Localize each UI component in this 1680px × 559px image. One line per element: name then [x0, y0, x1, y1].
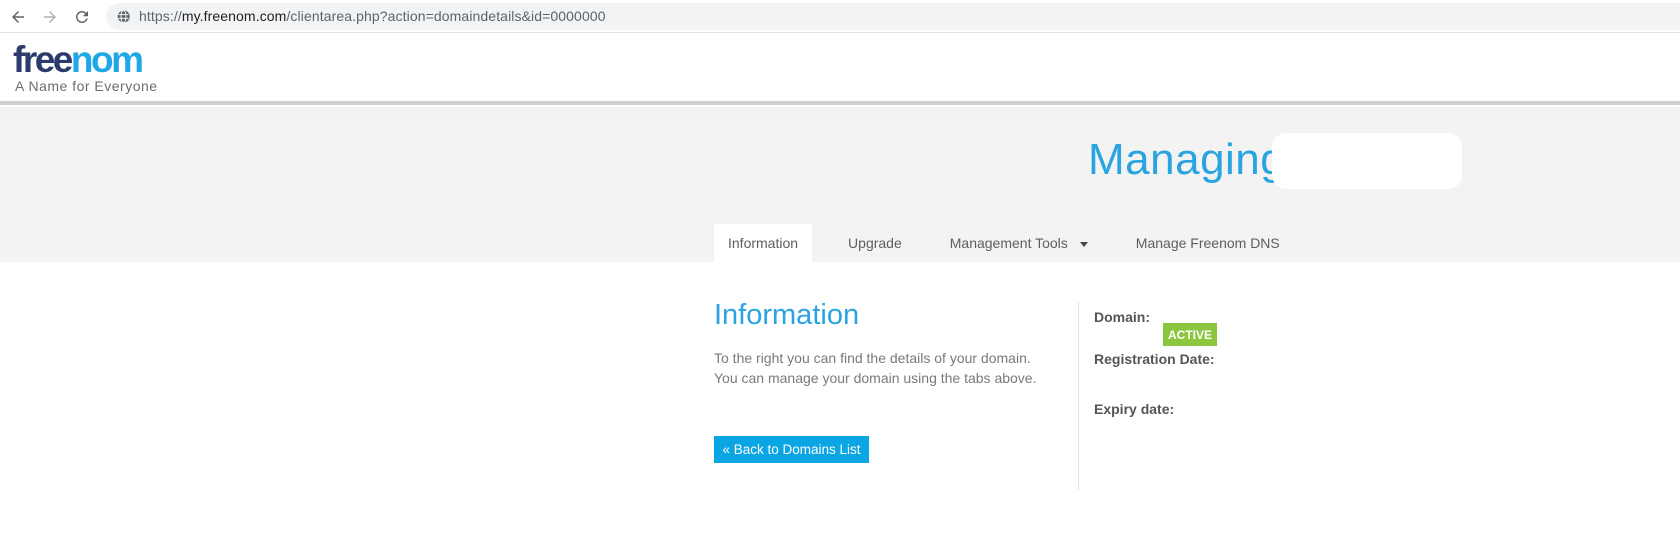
tab-upgrade[interactable]: Upgrade — [834, 224, 916, 262]
column-divider — [1078, 302, 1079, 490]
url-host: my.freenom.com — [181, 8, 287, 24]
url-scheme: https:// — [139, 8, 182, 24]
domain-label: Domain: — [1094, 309, 1150, 325]
tab-management-tools[interactable]: Management Tools — [936, 224, 1102, 262]
redacted-domain-name — [1272, 133, 1462, 189]
logo-part2: nom — [70, 39, 144, 80]
registration-date-label: Registration Date: — [1094, 351, 1215, 367]
tagline: A Name for Everyone — [15, 78, 158, 94]
info-line-1: To the right you can find the details of… — [714, 350, 1031, 366]
info-description: To the right you can find the details of… — [714, 348, 1037, 388]
reload-button[interactable] — [69, 4, 95, 30]
forward-button[interactable] — [37, 4, 63, 30]
address-bar[interactable]: https://my.freenom.com/clientarea.php?ac… — [106, 3, 1680, 30]
url-path: /clientarea.php?action=domaindetails&id=… — [286, 8, 606, 24]
status-badge: ACTIVE — [1163, 323, 1217, 346]
arrow-right-icon — [44, 11, 56, 23]
caret-down-icon — [1079, 241, 1088, 247]
site-header: freenom A Name for Everyone — [0, 33, 1680, 105]
back-button[interactable] — [5, 4, 31, 30]
info-line-2: You can manage your domain using the tab… — [714, 370, 1037, 386]
manage-band: Managing Information Upgrade Management … — [0, 107, 1680, 262]
globe-icon — [116, 9, 130, 24]
arrow-left-icon — [12, 11, 24, 23]
back-to-domains-button[interactable]: « Back to Domains List — [714, 436, 869, 463]
tab-bar: Information Upgrade Management Tools Man… — [714, 224, 1294, 262]
logo-part1: free — [13, 39, 73, 80]
freenom-logo[interactable]: freenom — [13, 39, 144, 80]
tab-information[interactable]: Information — [714, 224, 813, 262]
reload-icon — [75, 10, 88, 23]
url-text[interactable]: https://my.freenom.com/clientarea.php?ac… — [139, 8, 606, 24]
browser-toolbar: https://my.freenom.com/clientarea.php?ac… — [0, 0, 1680, 33]
page-title: Managing — [1088, 135, 1286, 184]
tab-manage-dns[interactable]: Manage Freenom DNS — [1122, 224, 1294, 262]
section-heading: Information — [714, 299, 860, 331]
tab-management-tools-label: Management Tools — [949, 235, 1068, 251]
expiry-date-label: Expiry date: — [1094, 401, 1175, 417]
